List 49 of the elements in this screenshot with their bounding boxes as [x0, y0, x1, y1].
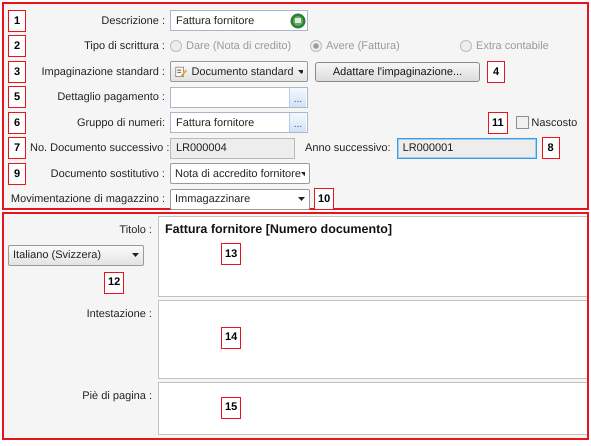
callout-number: 7 — [8, 137, 26, 160]
field-label: Dettaglio pagamento : — [56, 90, 166, 105]
title-text: Fattura fornitore [Numero documento] — [165, 221, 394, 238]
dropdown[interactable]: Immagazzinare — [170, 188, 310, 210]
field-label: Movimentazione di magazzino : — [10, 192, 166, 207]
language-dropdown[interactable]: Italiano (Svizzera) — [8, 244, 144, 266]
text-field[interactable]: LR000001 — [396, 138, 537, 159]
callout-number: 4 — [487, 60, 505, 83]
field-label: No. Documento successivo : — [30, 141, 170, 156]
browse-button[interactable]: ... — [289, 113, 306, 132]
callout-number: 13 — [221, 243, 242, 265]
field-label: Impaginazione standard : — [40, 64, 166, 80]
callout-number: 2 — [8, 35, 26, 58]
field-label: Piè di pagina : — [82, 388, 152, 404]
text-field[interactable]: Fattura fornitore ... — [170, 112, 308, 134]
callout-number: 5 — [8, 86, 26, 108]
field-label: Gruppo di numeri: — [76, 116, 166, 130]
checkbox-icon — [516, 116, 529, 130]
field-label: Anno successivo: — [305, 141, 391, 156]
callout-number: 6 — [8, 112, 26, 134]
field-label: Documento sostitutivo : — [50, 166, 166, 182]
dropdown[interactable]: Nota di accredito fornitore — [170, 163, 310, 184]
customize-button[interactable]: Adattare l'impaginazione... — [315, 62, 480, 82]
document-pencil-icon — [175, 64, 188, 80]
field-label: Descrizione : — [100, 14, 166, 28]
callout-number: 10 — [314, 188, 334, 210]
text-area[interactable]: 14 — [158, 300, 587, 379]
text-field[interactable]: Fattura fornitore — [170, 10, 308, 32]
browse-button[interactable]: ... — [289, 88, 306, 107]
callout-number: 15 — [221, 396, 242, 419]
callout-number: 11 — [488, 112, 508, 134]
callout-number: 3 — [8, 60, 26, 83]
caret-icon — [132, 253, 139, 257]
callout-number: 1 — [8, 10, 26, 32]
callout-number: 9 — [8, 162, 26, 185]
dropdown[interactable]: Documento standard — [170, 61, 308, 82]
checkbox[interactable]: Nascosto — [516, 114, 578, 131]
caret-icon — [298, 70, 303, 74]
caret-icon — [298, 197, 305, 202]
text-area[interactable]: Fattura fornitore [Numero documento] 13 — [158, 216, 587, 297]
callout-number: 12 — [104, 272, 124, 294]
callout-number: 14 — [221, 326, 242, 349]
caret-icon — [300, 172, 305, 176]
field-label: Tipo di scrittura : — [83, 39, 166, 54]
text-field[interactable]: ... — [170, 86, 308, 108]
field-label: Titolo : — [119, 223, 152, 238]
callout-number: 8 — [542, 137, 560, 160]
field-label: Intestazione : — [86, 306, 152, 322]
text-area[interactable]: 15 — [158, 382, 587, 435]
